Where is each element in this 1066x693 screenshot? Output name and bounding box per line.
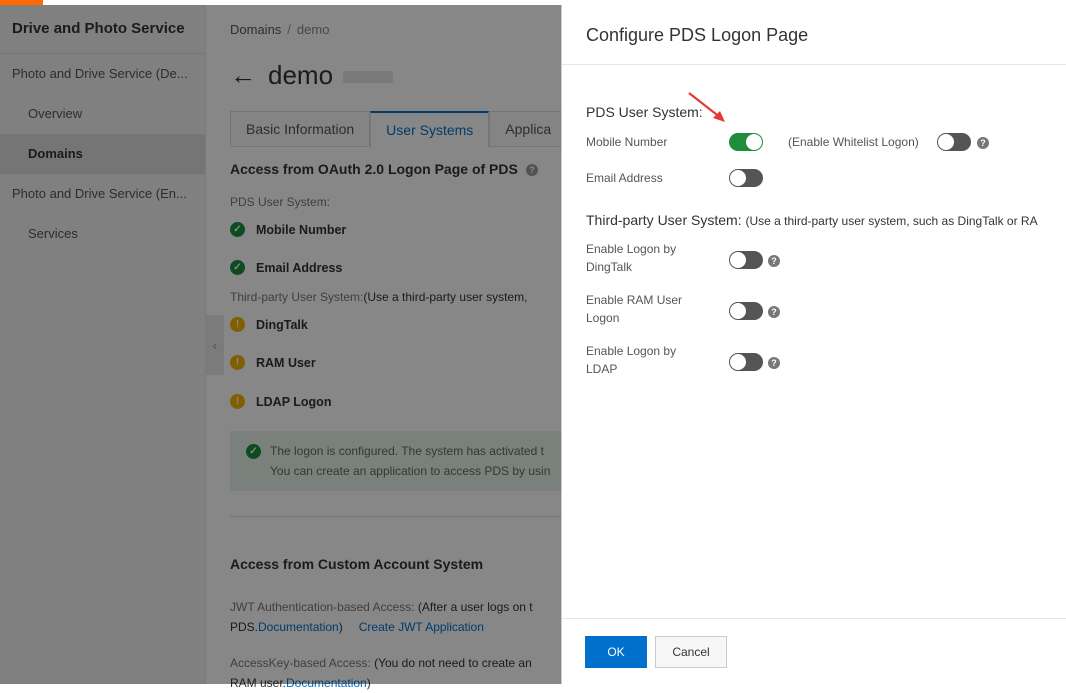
ldap-toggle[interactable] [729, 353, 763, 371]
modal-overlay[interactable] [0, 5, 561, 684]
label-line: LDAP [586, 362, 618, 376]
whitelist-label: (Enable Whitelist Logon) [788, 135, 919, 149]
ram-user-label: Enable RAM User Logon [586, 291, 682, 327]
label-line: Enable RAM User [586, 293, 683, 307]
ram-user-toggle[interactable] [729, 302, 763, 320]
help-icon[interactable]: ? [768, 306, 780, 318]
whitelist-toggle[interactable] [937, 133, 971, 151]
configure-logon-dialog: Configure PDS Logon Page PDS User System… [561, 5, 1066, 684]
help-icon[interactable]: ? [768, 357, 780, 369]
dingtalk-toggle[interactable] [729, 251, 763, 269]
label-line: Enable Logon by [586, 242, 677, 256]
cancel-button[interactable]: Cancel [655, 636, 727, 668]
ok-button[interactable]: OK [585, 636, 647, 668]
ldap-label: Enable Logon by LDAP [586, 342, 676, 378]
label-line: DingTalk [586, 260, 633, 274]
annotation-arrow-icon [688, 92, 725, 122]
mobile-number-label: Mobile Number [586, 135, 668, 149]
third-party-heading: Third-party User System: (Use a third-pa… [586, 212, 1038, 228]
dialog-title: Configure PDS Logon Page [562, 5, 1066, 65]
label-line: Enable Logon by [586, 344, 677, 358]
help-icon[interactable]: ? [977, 137, 989, 149]
label-line: Logon [586, 311, 620, 325]
dingtalk-label: Enable Logon by DingTalk [586, 240, 676, 276]
third-party-note: (Use a third-party user system, such as … [745, 214, 1038, 228]
mobile-number-toggle[interactable] [729, 133, 763, 151]
email-address-label: Email Address [586, 171, 663, 185]
email-address-toggle[interactable] [729, 169, 763, 187]
help-icon[interactable]: ? [768, 255, 780, 267]
dialog-footer: OK Cancel [562, 618, 1066, 684]
third-party-heading-text: Third-party User System: [586, 212, 742, 228]
